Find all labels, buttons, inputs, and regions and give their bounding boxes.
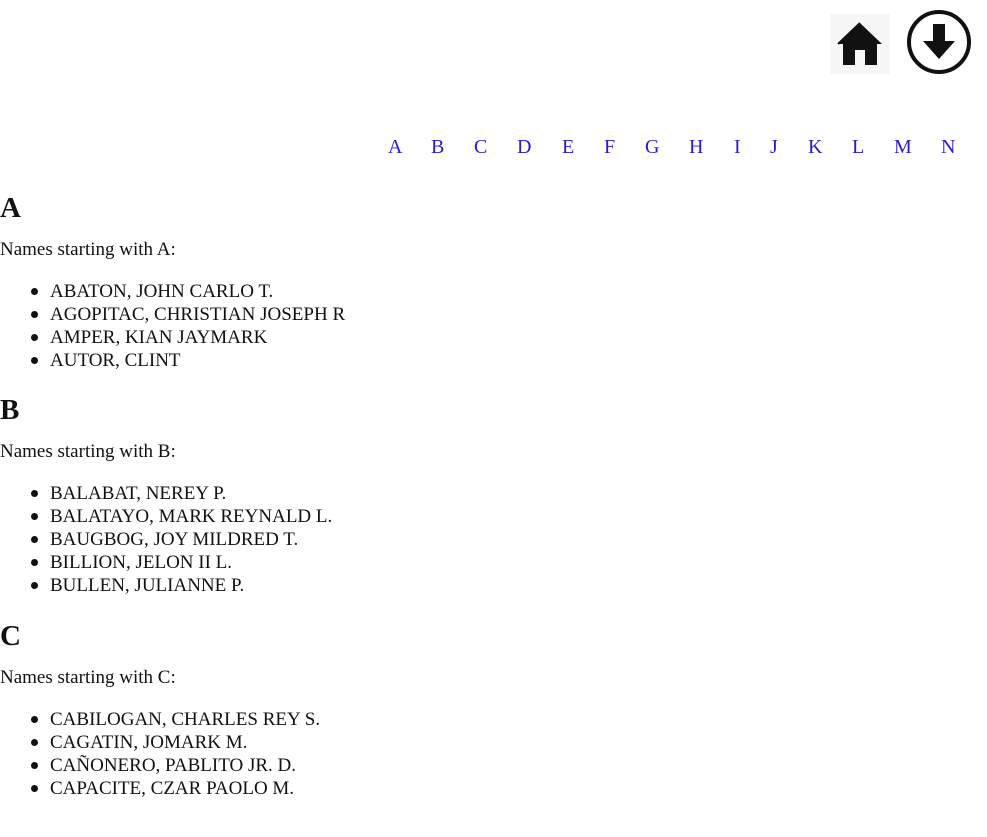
alpha-link-h[interactable]: H xyxy=(689,134,703,160)
list-item: ABATON, JOHN CARLO T. xyxy=(31,280,987,303)
alpha-link-d[interactable]: D xyxy=(517,134,531,160)
names-directory: A Names starting with A: ABATON, JOHN CA… xyxy=(0,188,987,800)
section-b: B Names starting with B: BALABAT, NEREY … xyxy=(0,390,987,597)
alpha-link-j[interactable]: J xyxy=(770,134,778,160)
alpha-link-n[interactable]: N xyxy=(941,134,955,160)
list-item: AUTOR, CLINT xyxy=(31,349,987,372)
name-list: ABATON, JOHN CARLO T. AGOPITAC, CHRISTIA… xyxy=(0,280,987,372)
alpha-link-a[interactable]: A xyxy=(388,134,402,160)
list-item: AGOPITAC, CHRISTIAN JOSEPH R xyxy=(31,303,987,326)
name-list: BALABAT, NEREY P. BALATAYO, MARK REYNALD… xyxy=(0,482,987,597)
home-button[interactable] xyxy=(830,14,890,74)
download-button[interactable] xyxy=(905,8,973,76)
alphabet-nav: A B C D E F G H I J K L M N xyxy=(0,134,987,162)
alpha-link-f[interactable]: F xyxy=(604,134,615,160)
list-item: BILLION, JELON II L. xyxy=(31,551,987,574)
section-c: C Names starting with C: CABILOGAN, CHAR… xyxy=(0,616,987,800)
section-intro: Names starting with A: xyxy=(0,239,176,260)
list-item: CAPACITE, CZAR PAOLO M. xyxy=(31,777,987,800)
list-item: CABILOGAN, CHARLES REY S. xyxy=(31,708,987,731)
section-heading: C xyxy=(0,620,21,652)
alpha-link-g[interactable]: G xyxy=(645,134,659,160)
name-list: CABILOGAN, CHARLES REY S. CAGATIN, JOMAR… xyxy=(0,708,987,800)
list-item: BALABAT, NEREY P. xyxy=(31,482,987,505)
section-intro: Names starting with B: xyxy=(0,441,176,462)
alpha-link-i[interactable]: I xyxy=(734,134,741,160)
list-item: BAUGBOG, JOY MILDRED T. xyxy=(31,528,987,551)
alpha-link-c[interactable]: C xyxy=(474,134,487,160)
section-intro: Names starting with C: xyxy=(0,667,176,688)
list-item: AMPER, KIAN JAYMARK xyxy=(31,326,987,349)
list-item: BULLEN, JULIANNE P. xyxy=(31,574,987,597)
alpha-link-l[interactable]: L xyxy=(852,134,864,160)
section-heading: A xyxy=(0,192,21,224)
home-icon xyxy=(837,22,882,65)
alpha-link-b[interactable]: B xyxy=(431,134,444,160)
alpha-link-m[interactable]: M xyxy=(894,134,912,160)
alpha-link-e[interactable]: E xyxy=(562,134,574,160)
alpha-link-k[interactable]: K xyxy=(808,134,822,160)
list-item: BALATAYO, MARK REYNALD L. xyxy=(31,505,987,528)
section-heading: B xyxy=(0,394,20,426)
section-a: A Names starting with A: ABATON, JOHN CA… xyxy=(0,188,987,372)
top-toolbar xyxy=(0,0,987,80)
download-circle-icon xyxy=(907,10,971,74)
list-item: CAGATIN, JOMARK M. xyxy=(31,731,987,754)
list-item: CAÑONERO, PABLITO JR. D. xyxy=(31,754,987,777)
